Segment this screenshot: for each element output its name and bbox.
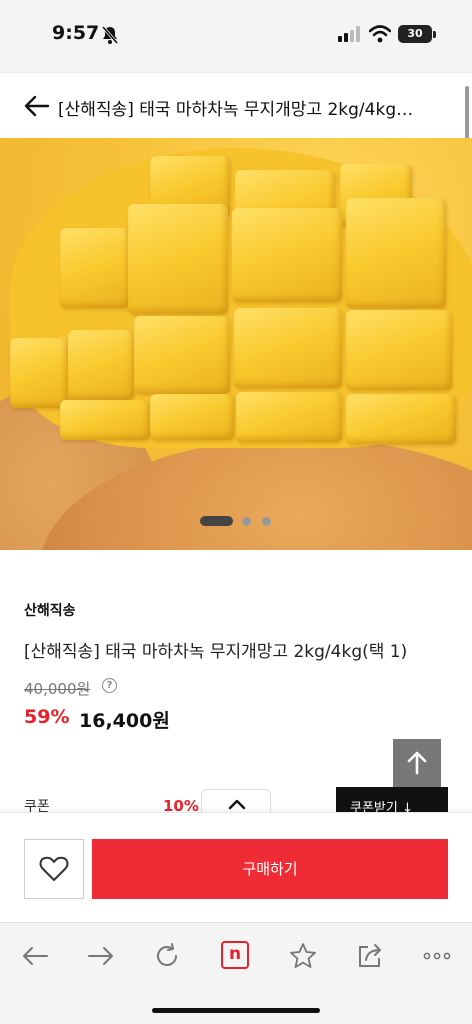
mango-cube: [346, 198, 446, 308]
product-title: [산해직송] 태국 마하차녹 무지개망고 2kg/4kg(택 1): [24, 642, 408, 662]
mango-cube: [234, 308, 342, 388]
status-time: 9:57: [52, 22, 100, 44]
battery-tip: [433, 31, 436, 38]
header-title: [산해직송] 태국 마하차녹 무지개망고 2kg/4kg(택 1): [58, 100, 418, 120]
battery-icon: 30: [398, 25, 432, 43]
scrollbar-thumb[interactable]: [465, 86, 469, 142]
wifi-icon: [369, 25, 391, 43]
sale-price: 16,400원: [79, 710, 170, 732]
carousel-dot[interactable]: [262, 517, 271, 526]
product-image-carousel[interactable]: [0, 138, 472, 550]
get-coupon-button[interactable]: 쿠폰받기 ↓: [336, 787, 448, 813]
mango-cube: [134, 316, 230, 394]
share-icon[interactable]: [355, 941, 385, 971]
bookmark-star-icon[interactable]: [288, 941, 318, 971]
home-indicator: [152, 1008, 320, 1013]
buy-button[interactable]: 구매하기: [92, 839, 448, 899]
arrow-left-icon[interactable]: [24, 95, 50, 117]
original-price: 40,000원: [24, 680, 91, 698]
mango-cube: [232, 208, 342, 302]
reload-icon[interactable]: [152, 941, 182, 971]
mango-cube: [60, 400, 150, 440]
carousel-dot[interactable]: [242, 517, 251, 526]
chevron-up-icon: [228, 799, 246, 810]
brand-name[interactable]: 산해직송: [24, 600, 76, 620]
more-icon[interactable]: [422, 941, 452, 971]
mango-cube: [236, 392, 342, 442]
mango-cube: [150, 394, 234, 440]
naver-home-icon[interactable]: n: [221, 941, 249, 969]
price-info-icon[interactable]: ?: [102, 678, 117, 693]
discount-rate: 59%: [24, 706, 70, 728]
scroll-to-top-button[interactable]: [393, 739, 441, 787]
mango-cube: [10, 338, 68, 408]
mango-cube: [128, 204, 228, 314]
status-bar: 9:57 30: [0, 0, 472, 72]
heart-icon: [39, 856, 69, 881]
forward-arrow-icon[interactable]: [86, 941, 116, 971]
signal-icon: [338, 26, 360, 42]
collapse-button[interactable]: [201, 789, 271, 813]
page-header: [산해직송] 태국 마하차녹 무지개망고 2kg/4kg(택 1): [0, 72, 472, 136]
mango-cube: [346, 310, 452, 390]
wishlist-button[interactable]: [24, 839, 84, 899]
mango-cube: [68, 330, 134, 400]
purchase-bar: 구매하기: [0, 812, 472, 922]
mango-cube: [346, 394, 456, 444]
carousel-dot-active[interactable]: [200, 516, 233, 526]
arrow-up-icon: [407, 751, 427, 775]
bell-slash-icon: [101, 26, 119, 44]
mango-cube: [60, 228, 130, 308]
back-arrow-icon[interactable]: [20, 941, 50, 971]
